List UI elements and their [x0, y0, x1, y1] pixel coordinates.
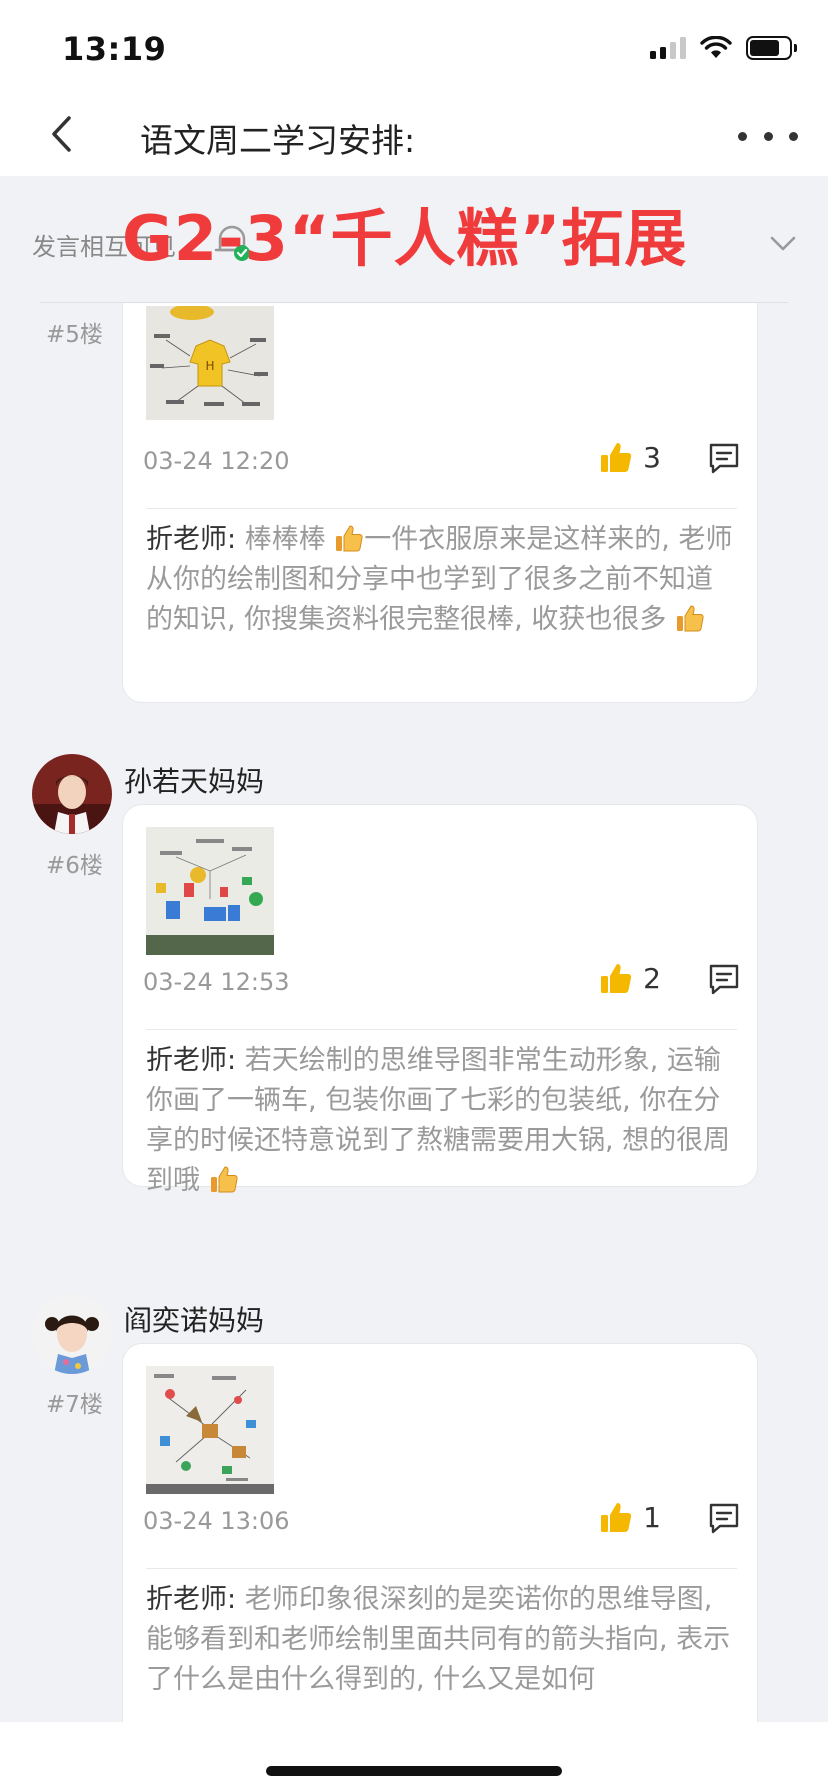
post-card: 03-24 13:06 1 折老师: 老师印象很深刻的是奕诺你的思维导图, 能够…	[122, 1343, 758, 1723]
avatar[interactable]	[32, 754, 112, 834]
post-card: H 03-24 12:20 3 折老师: 棒棒棒 一件衣服原来是这样来的, 老师…	[122, 303, 758, 703]
like-count: 3	[643, 440, 661, 474]
home-indicator-area	[0, 1722, 828, 1792]
like-count: 1	[643, 1500, 661, 1534]
wifi-icon	[700, 36, 732, 58]
post-timestamp: 03-24 13:06	[143, 1507, 290, 1535]
post-timestamp: 03-24 12:20	[143, 447, 290, 475]
post-image-thumbnail[interactable]: H	[146, 306, 274, 420]
home-indicator[interactable]	[266, 1766, 562, 1776]
reply-author: 折老师:	[146, 1584, 237, 1615]
post-card: 03-24 12:53 2 折老师: 若天绘制的思维导图非常生动形象, 运输你画…	[122, 804, 758, 1196]
teacher-reply: 折老师: 棒棒棒 一件衣服原来是这样来的, 老师从你的绘制图和分享中也学到了很多…	[146, 520, 737, 640]
poster-name: 阎奕诺妈妈	[124, 1304, 265, 1337]
battery-icon	[746, 36, 797, 60]
thumbs-up-icon	[601, 964, 632, 993]
floor-number: #5楼	[46, 322, 103, 348]
floor-number: #7楼	[46, 1392, 103, 1418]
like-count: 2	[643, 961, 661, 995]
status-bar: 13:19	[0, 0, 828, 96]
like-button[interactable]: 1	[599, 1500, 661, 1534]
status-icons	[650, 36, 797, 60]
thumbs-up-icon	[601, 1503, 632, 1532]
reply-divider	[146, 1568, 737, 1569]
thumbs-up-emoji-icon	[210, 1166, 238, 1193]
comment-icon[interactable]	[707, 1501, 741, 1535]
nav-bar: 语文周二学习安排:	[0, 96, 828, 176]
topic-header: 发言相互可见 G2-3“千人糕”拓展	[0, 176, 828, 300]
post-feed: #5楼 H 03-24 12:20 3 折老师: 棒棒棒 一件衣服原来是这样来的…	[0, 303, 828, 1723]
avatar[interactable]	[32, 1294, 112, 1374]
page-title: 语文周二学习安排:	[140, 121, 416, 160]
reply-author: 折老师:	[146, 524, 237, 555]
teacher-reply: 折老师: 老师印象很深刻的是奕诺你的思维导图, 能够看到和老师绘制里面共同有的箭…	[146, 1580, 737, 1700]
thumbs-up-emoji-icon	[676, 605, 704, 632]
post-image-thumbnail[interactable]	[146, 827, 274, 955]
reply-author: 折老师:	[146, 1045, 237, 1076]
reply-divider	[146, 1029, 737, 1030]
teacher-reply: 折老师: 若天绘制的思维导图非常生动形象, 运输你画了一辆车, 包装你画了七彩的…	[146, 1041, 737, 1201]
comment-icon[interactable]	[707, 441, 741, 475]
status-time: 13:19	[62, 30, 167, 68]
back-arrow-icon[interactable]	[44, 110, 80, 158]
post-timestamp: 03-24 12:53	[143, 968, 290, 996]
chevron-down-icon[interactable]	[766, 226, 800, 260]
thumbs-up-emoji-icon	[336, 525, 363, 552]
like-button[interactable]: 2	[599, 961, 661, 995]
like-button[interactable]: 3	[599, 440, 661, 474]
comment-icon[interactable]	[707, 962, 741, 996]
post-image-thumbnail[interactable]	[146, 1366, 274, 1494]
floor-number: #6楼	[46, 853, 103, 879]
thumbs-up-icon	[601, 443, 632, 472]
overlay-title: G2-3“千人糕”拓展	[122, 202, 688, 275]
poster-name: 孙若天妈妈	[124, 765, 265, 798]
more-options-icon[interactable]	[738, 116, 798, 156]
cellular-signal-icon	[650, 37, 686, 59]
reply-divider	[146, 508, 737, 509]
reply-text: 棒棒棒	[236, 524, 326, 555]
svg-text:H: H	[205, 359, 214, 373]
